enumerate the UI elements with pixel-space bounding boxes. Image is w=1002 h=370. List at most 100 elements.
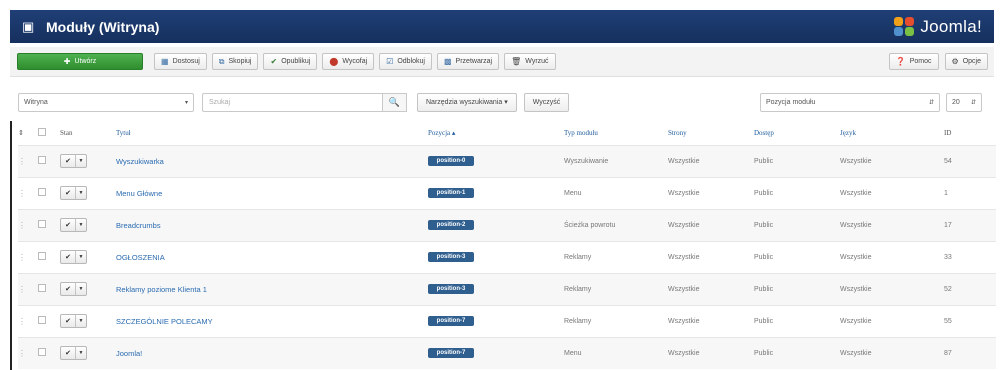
position-badge: position-2	[428, 220, 474, 230]
module-title-link[interactable]: Wyszukiwarka	[116, 157, 164, 166]
module-title-link[interactable]: OGŁOSZENIA	[116, 253, 165, 262]
check-icon[interactable]: ✔	[61, 187, 75, 199]
help-button[interactable]: ❓ Pomoc	[888, 53, 939, 70]
state-toggle[interactable]: ✔ ▼	[60, 250, 87, 264]
joomla-logo-text: Joomla!	[920, 16, 982, 36]
module-language: Wszystkie	[840, 144, 944, 177]
edit-icon: ▦	[161, 57, 169, 66]
drag-handle-icon[interactable]: ⋮	[18, 221, 26, 230]
position-badge: position-3	[428, 284, 474, 294]
check-icon[interactable]: ✔	[61, 347, 75, 359]
search-placeholder: Szukaj	[209, 98, 231, 106]
module-type: Reklamy	[564, 272, 668, 305]
column-header-id[interactable]: ID	[944, 121, 996, 145]
drag-handle-icon[interactable]: ⋮	[18, 285, 26, 294]
drag-handle-icon[interactable]: ⋮	[18, 317, 26, 326]
caret-down-icon[interactable]: ▼	[75, 251, 86, 263]
unpublish-button[interactable]: ⬤ Wycofaj	[322, 53, 375, 70]
drag-handle-icon[interactable]: ⋮	[18, 157, 26, 166]
copy-button[interactable]: ⧉ Skopiuj	[211, 53, 259, 70]
check-icon[interactable]: ✔	[61, 251, 75, 263]
caret-down-icon[interactable]: ▼	[75, 283, 86, 295]
check-icon[interactable]: ✔	[61, 155, 75, 167]
caret-down-icon[interactable]: ▼	[75, 315, 86, 327]
state-toggle[interactable]: ✔ ▼	[60, 186, 87, 200]
caret-down-icon[interactable]: ▼	[75, 187, 86, 199]
module-pages: Wszystkie	[668, 240, 754, 273]
column-header-access[interactable]: Dostęp	[754, 121, 840, 145]
check-icon[interactable]: ✔	[61, 219, 75, 231]
module-language: Wszystkie	[840, 208, 944, 241]
state-toggle[interactable]: ✔ ▼	[60, 314, 87, 328]
column-header-language[interactable]: Język	[840, 121, 944, 145]
drag-handle-icon[interactable]: ⋮	[18, 253, 26, 262]
column-header-state[interactable]: Stan	[60, 121, 116, 145]
sort-ordering-header[interactable]: ⇕	[18, 121, 38, 145]
module-title-link[interactable]: Joomla!	[116, 349, 142, 358]
row-checkbox[interactable]	[38, 316, 46, 324]
check-icon[interactable]: ✔	[61, 283, 75, 295]
module-language: Wszystkie	[840, 304, 944, 337]
position-badge: position-7	[428, 348, 474, 359]
check-icon[interactable]: ✔	[61, 315, 75, 327]
search-button[interactable]: 🔍	[382, 92, 407, 112]
state-toggle[interactable]: ✔ ▼	[60, 346, 87, 361]
module-type: Menu	[564, 176, 668, 209]
options-button[interactable]: ⚙ Opcje	[944, 53, 988, 70]
column-header-title[interactable]: Tytuł	[116, 121, 428, 145]
drag-handle-icon[interactable]: ⋮	[18, 189, 26, 198]
edit-button[interactable]: ▦ Dostosuj	[154, 53, 207, 70]
row-checkbox[interactable]	[38, 220, 46, 228]
publish-button-label: Opublikuj	[281, 58, 311, 65]
clear-button[interactable]: Wyczyść	[523, 92, 570, 112]
module-title-link[interactable]: Menu Główne	[116, 189, 162, 198]
state-toggle[interactable]: ✔ ▼	[60, 154, 87, 168]
publish-button[interactable]: ✔ Opublikuj	[263, 53, 318, 70]
column-header-pages[interactable]: Strony	[668, 121, 754, 145]
select-all-header[interactable]	[38, 121, 60, 145]
drag-handle-icon[interactable]: ⋮	[18, 349, 26, 358]
select-all-checkbox[interactable]	[38, 127, 46, 136]
column-header-position[interactable]: Pozycja ▴	[428, 121, 564, 145]
caret-down-icon[interactable]: ▼	[75, 347, 86, 360]
row-checkbox[interactable]	[38, 156, 46, 164]
row-checkbox[interactable]	[38, 284, 46, 292]
position-badge: position-0	[428, 156, 474, 166]
module-id: 52	[944, 272, 996, 305]
caret-down-icon[interactable]: ▼	[75, 219, 86, 231]
state-toggle[interactable]: ✔ ▼	[60, 282, 87, 296]
position-select[interactable]: Pozycja modułu ⇵	[760, 92, 940, 112]
client-select[interactable]: Witryna ▾	[18, 92, 194, 112]
module-title-link[interactable]: Breadcrumbs	[116, 221, 161, 230]
state-toggle[interactable]: ✔ ▼	[60, 218, 87, 232]
caret-down-icon[interactable]: ▼	[75, 155, 86, 167]
gear-icon: ⚙	[951, 57, 959, 66]
module-title-link[interactable]: Reklamy poziome Klienta 1	[116, 285, 207, 294]
module-access: Public	[754, 272, 840, 305]
table-row: ⋮ ✔ ▼ Menu Główne position-1 Menu Wszystk…	[18, 176, 996, 209]
joomla-logo: Joomla!	[894, 16, 982, 37]
unpublish-button-label: Wycofaj	[342, 58, 368, 65]
module-access: Public	[754, 336, 840, 369]
new-button[interactable]: ✚ Utwórz	[17, 53, 143, 70]
table-row: ⋮ ✔ ▼ Reklamy poziome Klienta 1 position-…	[18, 272, 996, 305]
module-title-link[interactable]: SZCZEGÓLNIE POLECAMY	[116, 317, 213, 326]
module-id: 1	[944, 176, 996, 209]
search-icon: 🔍	[388, 96, 401, 107]
search-input[interactable]: Szukaj	[202, 92, 382, 112]
trash-button[interactable]: 🗑 Wyrzuć	[504, 53, 556, 70]
row-checkbox[interactable]	[38, 252, 46, 260]
toolbar: ✚ Utwórz ▦ Dostosuj ⧉ Skopiuj ✔ Opublikuj ⬤ W…	[10, 47, 994, 77]
batch-icon: ▩	[443, 57, 452, 66]
limit-select[interactable]: 20 ⇵	[946, 92, 982, 112]
checkin-button[interactable]: ☑ Odblokuj	[379, 53, 432, 70]
trash-button-label: Wyrzuć	[525, 58, 549, 65]
batch-button[interactable]: ▩ Przetwarzaj	[436, 53, 500, 70]
module-type: Ścieżka powrotu	[564, 208, 668, 241]
chevron-down-icon: ▾	[184, 99, 188, 106]
search-tools-button[interactable]: Narzędzia wyszukiwania ▾	[417, 92, 517, 112]
column-header-type[interactable]: Typ modułu	[564, 121, 668, 145]
module-access: Public	[754, 240, 840, 273]
row-checkbox[interactable]	[38, 188, 46, 196]
row-checkbox[interactable]	[38, 348, 46, 357]
